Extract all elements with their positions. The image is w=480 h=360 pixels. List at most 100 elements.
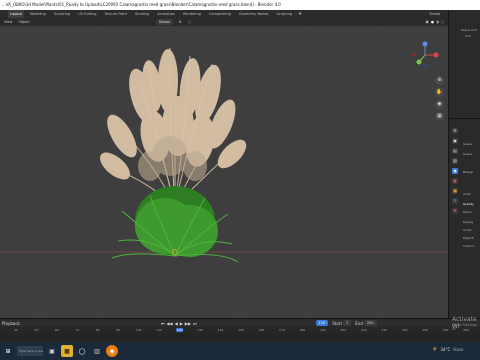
viewport-grid [0,26,448,318]
frame-tick-label: 60 [54,328,59,332]
frame-tick-label: 230 [401,328,408,332]
file-explorer-icon[interactable]: ■ [61,345,73,357]
jump-start-icon[interactable]: ⏮ [161,321,165,326]
object-properties-icon[interactable]: ■ [452,188,458,194]
render-properties-icon[interactable]: ▣ [452,138,458,144]
tab-layout[interactable]: Layout [8,10,24,18]
zoom-icon[interactable]: ⊕ [435,76,444,85]
frame-tick-label: 240 [422,328,428,332]
add-workspace-button[interactable]: + [298,11,302,17]
tab-rendering[interactable]: Rendering [181,10,203,18]
outliner-row[interactable]: Coll [465,34,471,38]
frame-tick-label: 140 [217,328,224,332]
rigid-body-panel-row[interactable]: Rigid B [463,236,474,240]
tab-uv-editing[interactable]: UV Editing [76,10,98,18]
prev-keyframe-icon[interactable]: ◀◀ [166,321,172,326]
perspective-toggle-icon[interactable]: ▦ [435,112,444,121]
frame-tick-label: 100 [135,328,142,332]
rendered-shading-icon[interactable]: ○ [441,20,444,24]
system-tray: ☀ 34°C Haze [432,346,463,353]
output-properties-icon[interactable]: ▤ [452,148,458,154]
proportional-edit-icon[interactable]: ○ [188,20,191,24]
transform-orientation-select[interactable]: Global [155,19,173,25]
xray-icon[interactable]: ▣ [426,20,429,24]
tab-scripting[interactable]: Scripting [274,10,294,18]
frame-ruler[interactable]: 40 50 60 70 80 90 100 110 120 130 140 150 160 170 180 1… [0,327,480,334]
view-layer-icon[interactable]: ▨ [452,158,458,164]
tab-animation[interactable]: Animation [155,10,177,18]
tab-modeling[interactable]: Modeling [28,10,48,18]
search-box[interactable]: Type here to search [17,346,43,356]
material-shading-icon[interactable]: ◑ [436,20,439,24]
scene-panel-row[interactable]: Scene [463,152,472,156]
tab-sculpting[interactable]: Sculpting [52,10,72,18]
tool-properties-icon[interactable]: ⚙ [452,128,458,134]
task-view-icon[interactable]: ▣ [46,345,58,357]
audio-panel-row[interactable]: Audio [463,228,472,232]
frame-tick-label: 90 [116,328,121,332]
tab-texture-paint[interactable]: Texture Paint [102,10,129,18]
next-keyframe-icon[interactable]: ▶▶ [185,321,191,326]
scene-selector[interactable]: Scene [429,12,440,16]
weather-label: Haze [453,347,464,352]
background-panel-row[interactable]: Backgr [463,170,473,174]
scene-properties-icon[interactable]: ◉ [452,168,458,174]
outliner-row[interactable]: Scene Coll [461,28,477,32]
tab-geometry-nodes[interactable]: Geometry Nodes [237,10,271,18]
frame-tick-label: 130 [197,328,203,332]
frame-tick-label: 160 [258,328,265,332]
app-icon[interactable]: ▥ [91,345,103,357]
temperature-label[interactable]: 34°C [440,347,450,352]
pan-hand-icon[interactable]: ✋ [435,88,444,97]
solid-shading-icon[interactable]: ● [431,20,434,24]
start-label: Start [332,320,343,326]
activation-watermark-hint: Go to Settings to [452,323,477,331]
frame-tick-label: 250 [442,328,449,332]
camera-view-icon[interactable]: ◉ [435,100,444,109]
viewport-header: View Object Global ⇅ ○ ▣ ● ◑ ○ [0,18,448,26]
start-menu-icon[interactable]: ⊞ [2,345,14,357]
world-properties-icon[interactable]: ● [452,178,458,184]
blender-app-icon[interactable]: ◉ [106,345,118,357]
start-frame-field[interactable]: 1 [343,320,352,326]
keying-panel-row[interactable]: Keying [463,220,473,224]
app-icon[interactable]: ◯ [76,345,88,357]
modifier-icon[interactable]: ✎ [452,198,458,204]
current-frame-field[interactable]: 120 [315,320,329,326]
scene-panel-header: Scene [463,142,473,146]
tab-shading[interactable]: Shading [133,10,151,18]
properties-editor: Scene Coll Coll ⚙ ▣ ▤ ▨ ◉ ● ■ ✎ ✺ Scene … [448,10,480,318]
play-reverse-icon[interactable]: ◀ [175,321,178,326]
frame-tick-label: 80 [95,328,100,332]
frame-tick-label: 70 [75,328,80,332]
frame-tick-label: 50 [34,328,39,332]
navigation-gizmo[interactable] [408,38,442,72]
play-icon[interactable]: ▶ [180,321,183,326]
window-title-bar: ...VA_OBKO\3d Model\Plants\01_Ready to U… [0,0,480,10]
frame-tick-label: 220 [381,328,388,332]
window-title: ...VA_OBKO\3d Model\Plants\01_Ready to U… [2,2,281,7]
frame-tick-label: 150 [238,328,244,332]
simulation-panel-row[interactable]: Simul [463,210,471,214]
frame-tick-label: 200 [340,328,347,332]
workspace-tabs: Layout Modeling Sculpting UV Editing Tex… [0,10,480,18]
gravity-panel-row[interactable]: Gravity [463,202,474,206]
object-menu[interactable]: Object [18,20,29,24]
frame-tick-label: 210 [360,328,367,332]
taskbar: ⊞ Type here to search ▣ ■ ◯ ▥ ◉ [0,342,480,360]
playback-menu[interactable]: Playback [2,321,20,326]
jump-end-icon[interactable]: ⏭ [193,321,197,326]
tab-compositing[interactable]: Compositing [207,10,233,18]
frame-tick-label: 180 [299,328,306,332]
grass-model [100,47,247,263]
3d-viewport[interactable]: ⊕ ✋ ◉ ▦ [0,26,448,318]
current-frame-marker: 120 [175,328,184,332]
weather-icon: ☀ [432,346,438,353]
custom-props-panel-row[interactable]: Custom [463,244,475,248]
timeline-controls: Playback ⏮ ◀◀ ◀ ▶ ▶▶ ⏭ 120 Start 1 End 2… [0,319,480,327]
units-panel-row[interactable]: Units [463,192,471,196]
end-frame-field[interactable]: 250 [363,320,377,326]
snap-icon[interactable]: ⇅ [179,20,182,24]
view-menu[interactable]: View [4,20,12,24]
particles-icon[interactable]: ✺ [452,208,458,214]
